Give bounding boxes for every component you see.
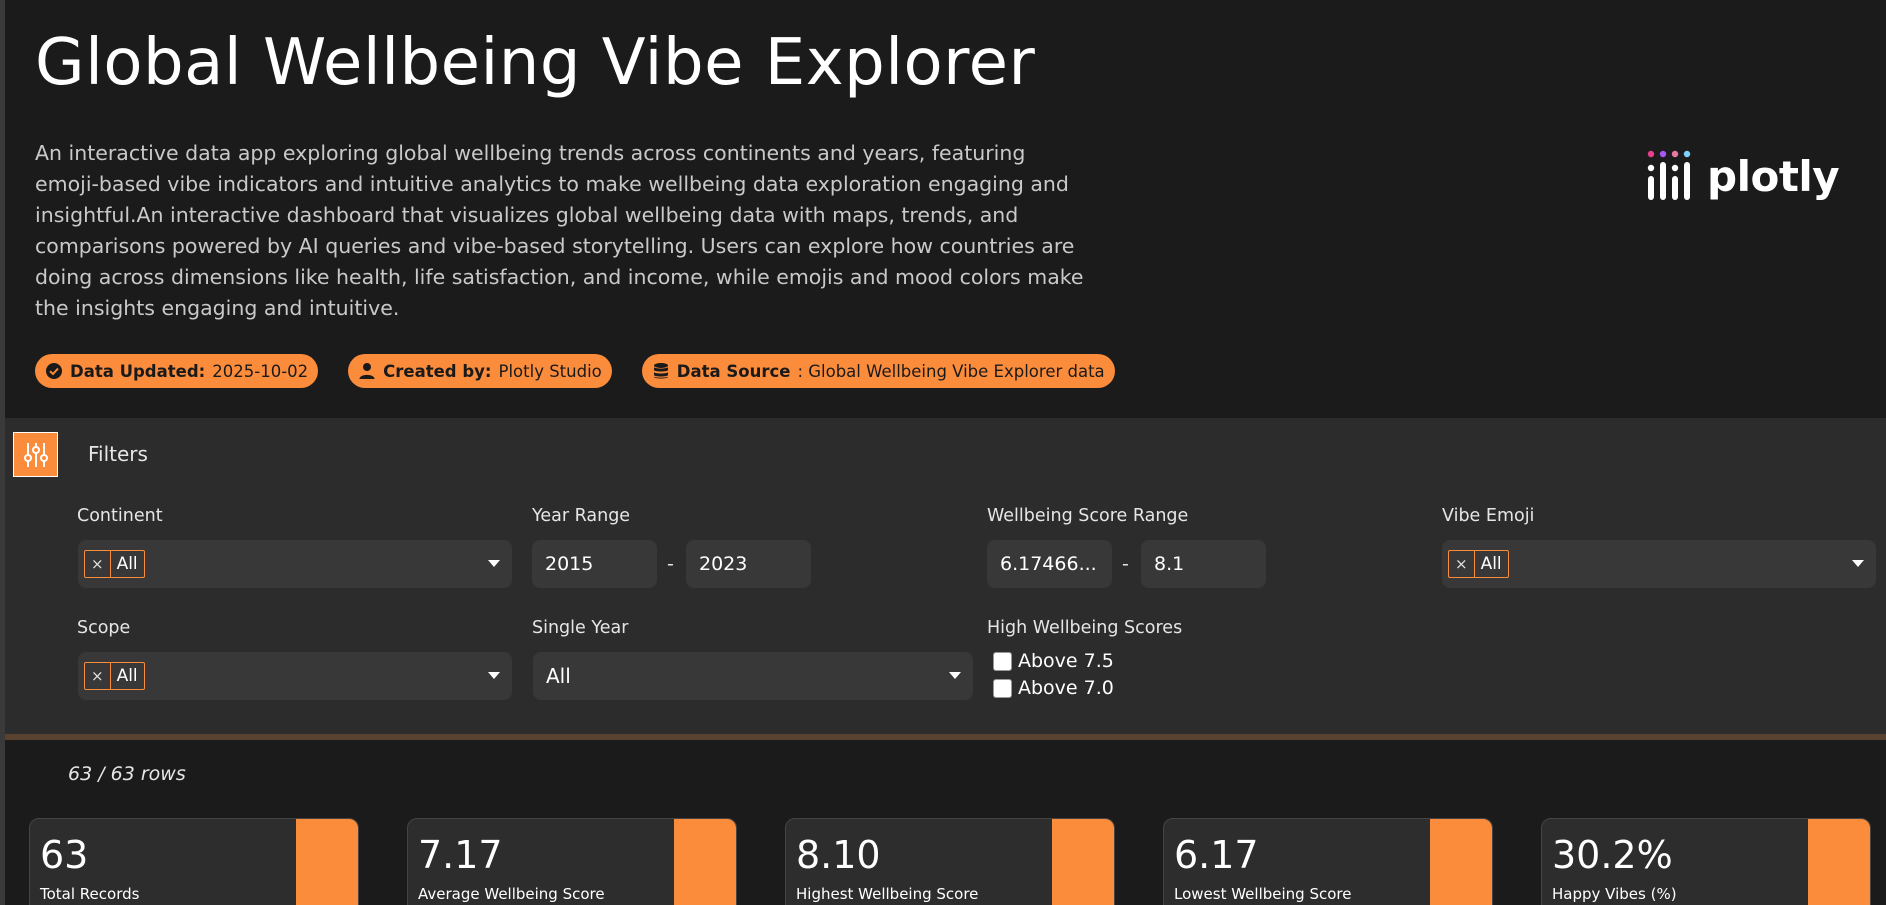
- sliders-icon: [23, 442, 48, 467]
- continent-chip: × All: [84, 550, 145, 578]
- header: Global Wellbeing Vibe Explorer An intera…: [5, 0, 1886, 418]
- kpi-card: 63 Total Records: [29, 818, 359, 905]
- checkbox-label: Above 7.5: [1018, 650, 1114, 672]
- filters-panel: Filters Continent × All Year Range 2015 …: [5, 418, 1886, 736]
- chevron-down-icon: [488, 672, 500, 679]
- chip-label: All: [1480, 554, 1502, 574]
- wellbeing-range-label: Wellbeing Score Range: [987, 506, 1189, 526]
- kpi-card: 30.2% Happy Vibes (%): [1541, 818, 1871, 905]
- scope-select[interactable]: × All: [78, 652, 512, 700]
- kpi-value: 7.17: [418, 833, 503, 877]
- plotly-logo: plotly: [1645, 148, 1840, 204]
- year-range-to-input[interactable]: 2023: [686, 540, 811, 588]
- kpi-value: 6.17: [1174, 833, 1259, 877]
- scope-chip: × All: [84, 662, 145, 690]
- kpi-card: 8.10 Highest Wellbeing Score: [785, 818, 1115, 905]
- logo-text: plotly: [1707, 151, 1840, 201]
- year-range-label: Year Range: [532, 506, 631, 526]
- data-source-badge: Data Source : Global Wellbeing Vibe Expl…: [641, 354, 1115, 388]
- kpi-label: Total Records: [40, 885, 140, 903]
- badge-value: : Global Wellbeing Vibe Explorer data: [797, 361, 1105, 381]
- high-wellbeing-label: High Wellbeing Scores: [987, 618, 1183, 638]
- wellbeing-range-to-input[interactable]: 8.1: [1141, 540, 1266, 588]
- user-icon: [359, 363, 375, 379]
- kpi-accent: [1430, 819, 1492, 905]
- chevron-down-icon: [488, 560, 500, 567]
- checkbox-label: Above 7.0: [1018, 677, 1114, 699]
- vibe-emoji-label: Vibe Emoji: [1442, 506, 1535, 526]
- checkbox-box[interactable]: [993, 678, 1012, 698]
- filters-divider: [5, 734, 1886, 740]
- above-7-0-checkbox[interactable]: Above 7.0: [993, 677, 1114, 699]
- check-circle-icon: [46, 363, 62, 379]
- single-year-label: Single Year: [532, 618, 629, 638]
- badge-key: Data Source: [676, 361, 791, 381]
- kpi-label: Highest Wellbeing Score: [796, 885, 979, 903]
- badge-value: 2025-10-02: [212, 361, 309, 381]
- page-title: Global Wellbeing Vibe Explorer: [35, 26, 1036, 100]
- chip-label: All: [116, 666, 138, 686]
- continent-label: Continent: [77, 506, 163, 526]
- vibe-emoji-select[interactable]: × All: [1442, 540, 1876, 588]
- kpi-value: 8.10: [796, 833, 881, 877]
- chip-remove-icon[interactable]: ×: [1449, 551, 1475, 577]
- rows-count: 63 / 63 rows: [68, 763, 186, 785]
- kpi-label: Happy Vibes (%): [1552, 885, 1677, 903]
- checkbox-box[interactable]: [993, 651, 1012, 671]
- chevron-down-icon: [1852, 560, 1864, 567]
- wellbeing-range-from-input[interactable]: 6.17466...: [987, 540, 1112, 588]
- single-year-select[interactable]: All: [533, 652, 973, 700]
- kpi-card: 6.17 Lowest Wellbeing Score: [1163, 818, 1493, 905]
- filters-title: Filters: [88, 442, 148, 466]
- info-badges: Data Updated: 2025-10-02 Created by: Plo…: [35, 354, 1115, 388]
- database-icon: [653, 363, 668, 379]
- badge-value: Plotly Studio: [498, 361, 602, 381]
- kpi-card: 7.17 Average Wellbeing Score: [407, 818, 737, 905]
- kpi-value: 63: [40, 833, 89, 877]
- kpi-label: Lowest Wellbeing Score: [1174, 885, 1352, 903]
- chip-remove-icon[interactable]: ×: [85, 551, 111, 577]
- kpi-accent: [1052, 819, 1114, 905]
- scope-label: Scope: [77, 618, 131, 638]
- wellbeing-range-separator: -: [1122, 553, 1129, 575]
- data-updated-badge: Data Updated: 2025-10-02: [35, 354, 319, 388]
- plotly-logo-icon: [1647, 150, 1691, 200]
- vibe-emoji-chip: × All: [1448, 550, 1509, 578]
- kpi-accent: [674, 819, 736, 905]
- continent-select[interactable]: × All: [78, 540, 512, 588]
- created-by-badge: Created by: Plotly Studio: [348, 354, 612, 388]
- kpi-accent: [1808, 819, 1870, 905]
- year-range-from-input[interactable]: 2015: [532, 540, 657, 588]
- badge-key: Created by:: [383, 361, 492, 381]
- year-range-separator: -: [667, 553, 674, 575]
- filter-toggle-button[interactable]: [13, 432, 58, 477]
- chip-remove-icon[interactable]: ×: [85, 663, 111, 689]
- kpi-value: 30.2%: [1552, 833, 1673, 877]
- badge-key: Data Updated:: [70, 361, 206, 381]
- kpi-accent: [296, 819, 358, 905]
- single-year-value: All: [546, 664, 571, 688]
- chip-label: All: [116, 554, 138, 574]
- chevron-down-icon: [949, 672, 961, 679]
- above-7-5-checkbox[interactable]: Above 7.5: [993, 650, 1114, 672]
- kpi-label: Average Wellbeing Score: [418, 885, 605, 903]
- page-description: An interactive data app exploring global…: [35, 141, 1084, 320]
